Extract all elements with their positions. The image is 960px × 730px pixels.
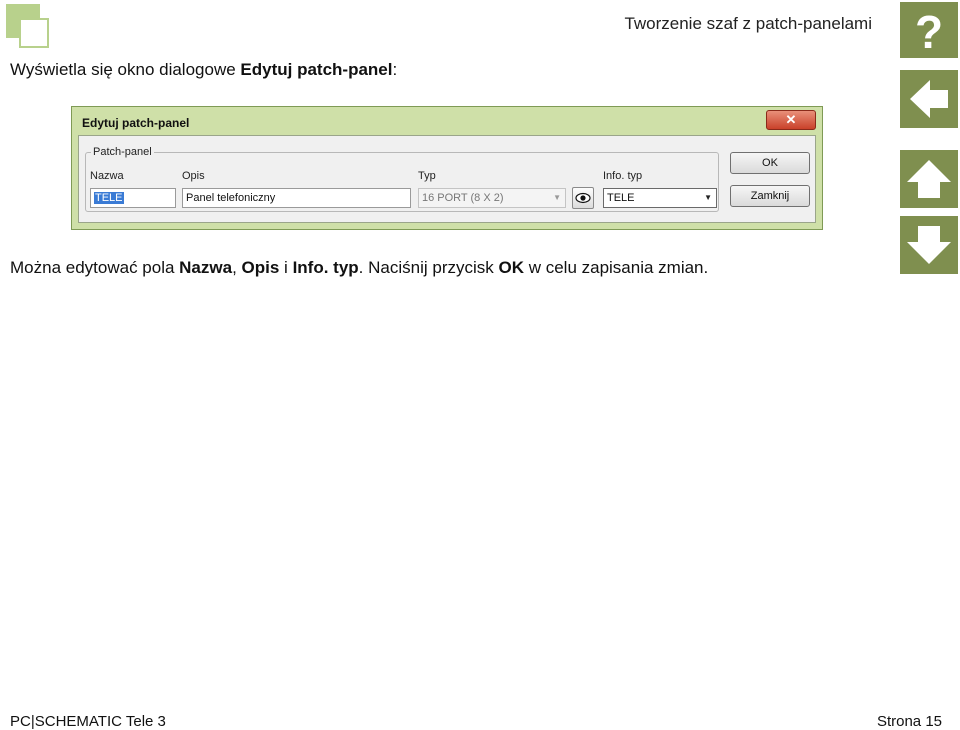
instruction-part: Można edytować pola (10, 258, 180, 277)
page-header-title: Tworzenie szaf z patch-panelami (624, 14, 872, 33)
instruction-bold-ok: OK (498, 258, 524, 277)
info-type-label: Info. typ (603, 170, 643, 182)
info-type-value: TELE (607, 192, 635, 204)
page-down-button[interactable] (900, 216, 958, 274)
dialog-title: Edytuj patch-panel (82, 116, 190, 130)
arrow-left-icon (910, 80, 948, 118)
description-input[interactable]: Panel telefoniczny (182, 188, 411, 208)
help-glyph: ? (915, 6, 943, 54)
type-select[interactable]: 16 PORT (8 X 2) ▼ (418, 188, 566, 208)
instruction-part: , (232, 258, 242, 277)
help-icon: ? (915, 6, 943, 54)
type-value: 16 PORT (8 X 2) (422, 192, 504, 204)
footer-product: PC|SCHEMATIC Tele 3 (10, 713, 166, 730)
instruction-text: Można edytować pola Nazwa, Opis i Info. … (10, 258, 708, 278)
dialog-close-button[interactable]: ✕ (766, 110, 816, 130)
arrow-down-icon (907, 226, 951, 264)
name-value: TELE (94, 192, 124, 204)
footer-page-number: Strona 15 (876, 713, 942, 730)
instruction-part: . Naciśnij przycisk (358, 258, 499, 277)
name-label: Nazwa (90, 170, 124, 182)
name-input[interactable]: TELE (90, 188, 176, 208)
type-label: Typ (418, 170, 436, 182)
intro-dialog-name: Edytuj patch-panel (240, 60, 393, 79)
intro-suffix: : (392, 60, 398, 79)
close-button[interactable]: Zamknij (730, 185, 810, 207)
instruction-bold-info-type: Info. typ (292, 258, 359, 277)
arrow-up-icon (907, 160, 951, 198)
instruction-part: i (279, 258, 293, 277)
logo-square-outline (19, 18, 49, 48)
view-type-button[interactable] (572, 187, 594, 209)
group-label: Patch-panel (91, 146, 154, 158)
eye-icon (575, 192, 591, 204)
instruction-bold-description: Opis (241, 258, 280, 277)
description-label: Opis (182, 170, 205, 182)
page-up-button[interactable] (900, 150, 958, 208)
intro-text: Wyświetla się okno dialogowe Edytuj patc… (10, 60, 397, 80)
back-button[interactable] (900, 70, 958, 128)
ok-button[interactable]: OK (730, 152, 810, 174)
chevron-down-icon: ▼ (704, 193, 712, 202)
chevron-down-icon: ▼ (553, 193, 561, 202)
logo (6, 4, 50, 50)
help-button[interactable]: ? (900, 2, 958, 58)
instruction-bold-name: Nazwa (179, 258, 233, 277)
info-type-select[interactable]: TELE ▼ (603, 188, 717, 208)
dialog-body: Patch-panel Nazwa TELE Opis Panel telefo… (78, 135, 816, 223)
intro-prefix: Wyświetla się okno dialogowe (10, 60, 241, 79)
instruction-part: w celu zapisania zmian. (523, 258, 709, 277)
edit-patch-panel-dialog: Edytuj patch-panel ✕ Patch-panel Nazwa T… (71, 106, 823, 230)
